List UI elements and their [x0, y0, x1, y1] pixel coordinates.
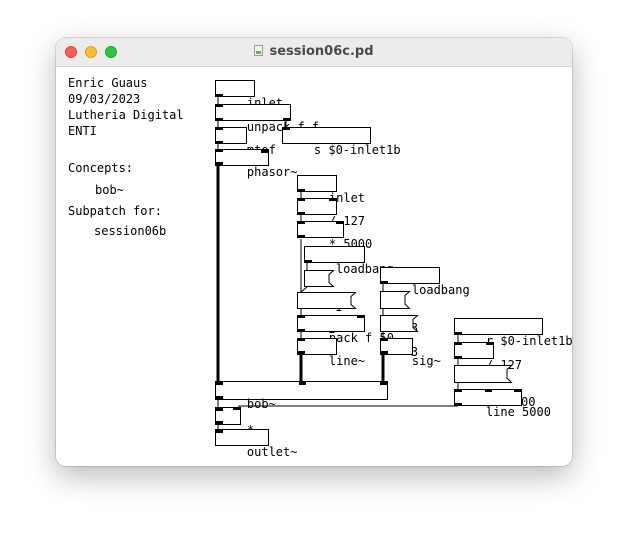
- outlet-port[interactable]: [455, 356, 462, 359]
- send-object-label: s $0-inlet1b: [313, 143, 401, 157]
- send-object[interactable]: s $0-inlet1b: [282, 127, 401, 157]
- date-comment: 09/03/2023: [68, 92, 141, 106]
- inlet-port[interactable]: [298, 198, 305, 201]
- inlet-port[interactable]: [216, 407, 223, 411]
- outlet-port[interactable]: [455, 332, 462, 335]
- receive-object-label: r $0-inlet1b: [485, 334, 573, 348]
- outlet-port[interactable]: [455, 403, 462, 406]
- divide-object[interactable]: / 127: [454, 342, 522, 372]
- message-box-outline: [380, 291, 411, 309]
- loadbang-object[interactable]: loadbang: [304, 246, 394, 276]
- inlet-port[interactable]: [299, 381, 306, 385]
- outlet-port[interactable]: [381, 351, 388, 355]
- outlet-port[interactable]: [298, 189, 305, 192]
- inlet-port[interactable]: [233, 407, 240, 410]
- inlet-port[interactable]: [216, 104, 223, 107]
- message-box[interactable]: 3: [380, 315, 419, 359]
- mtof-object[interactable]: mtof: [215, 127, 276, 157]
- outlet-port[interactable]: [298, 212, 305, 215]
- bob-filter-object[interactable]: bob~: [215, 381, 388, 411]
- message-box[interactable]: 3: [380, 291, 418, 335]
- bob-filter-object-label: bob~: [246, 397, 276, 411]
- pack-object[interactable]: pack f 50: [297, 315, 394, 345]
- sig-object-label: sig~: [411, 354, 441, 368]
- inlet-port[interactable]: [298, 221, 305, 224]
- inlet-port[interactable]: [298, 338, 305, 341]
- outlet-port[interactable]: [216, 396, 223, 400]
- inlet-port[interactable]: [283, 127, 290, 130]
- inlet-port[interactable]: [216, 149, 223, 152]
- line-object-label: line 5000: [485, 405, 551, 419]
- multiply-signal-object[interactable]: *~: [215, 407, 261, 437]
- inlet-port[interactable]: [336, 221, 343, 224]
- message-box-outline: [454, 365, 513, 383]
- message-box[interactable]: $1 5000: [454, 365, 535, 409]
- author-comment: Enric Guaus: [68, 76, 148, 90]
- inlet-object[interactable]: inlet: [215, 80, 283, 110]
- message-box[interactable]: 1: [297, 292, 357, 336]
- outlet-signal-object[interactable]: outlet~: [215, 429, 297, 459]
- multiply-object[interactable]: * 5000: [297, 221, 372, 251]
- inlet-port[interactable]: [486, 342, 493, 345]
- outlet-port[interactable]: [216, 94, 223, 97]
- school-comment: ENTI: [68, 124, 97, 138]
- line-signal-object[interactable]: line~: [297, 338, 365, 368]
- line-object[interactable]: line 5000: [454, 389, 551, 419]
- inlet-port[interactable]: [216, 429, 223, 433]
- course-comment: Lutheria Digital: [68, 108, 184, 122]
- outlet-port[interactable]: [298, 235, 305, 238]
- message-box[interactable]: 1: [304, 270, 342, 314]
- message-box-outline: [304, 270, 335, 287]
- unpack-object[interactable]: unpack f f: [215, 104, 319, 134]
- message-box-outline: [380, 315, 419, 332]
- outlet-port[interactable]: [298, 329, 305, 332]
- inlet-port[interactable]: [261, 149, 268, 153]
- loadbang-object-label: loadbang: [411, 283, 470, 297]
- inlet-port[interactable]: [357, 315, 364, 318]
- outlet-port[interactable]: [298, 351, 305, 355]
- loadbang-object[interactable]: loadbang: [380, 267, 470, 297]
- outlet-port[interactable]: [216, 162, 223, 166]
- inlet-port[interactable]: [329, 198, 336, 201]
- inlet-port[interactable]: [485, 389, 492, 392]
- patch-canvas[interactable]: Enric Guaus 09/03/2023 Lutheria Digital …: [0, 0, 628, 541]
- inlet-port[interactable]: [514, 389, 521, 392]
- subpatch-target: session06b: [94, 224, 167, 238]
- divide-object[interactable]: / 127: [297, 198, 365, 228]
- subpatch-heading: Subpatch for:: [68, 204, 162, 218]
- inlet-port[interactable]: [455, 342, 462, 345]
- inlet-port[interactable]: [216, 381, 223, 385]
- inlet-port[interactable]: [380, 381, 387, 385]
- receive-object[interactable]: r $0-inlet1b: [454, 318, 573, 348]
- concept-item: bob~: [95, 183, 124, 197]
- outlet-port[interactable]: [216, 141, 223, 144]
- outlet-port[interactable]: [216, 421, 223, 425]
- sig-object[interactable]: sig~: [380, 338, 441, 368]
- phasor-object[interactable]: phasor~: [215, 149, 297, 179]
- outlet-port[interactable]: [216, 118, 223, 121]
- phasor-object-label: phasor~: [246, 165, 298, 179]
- inlet-object[interactable]: inlet: [297, 175, 365, 205]
- outlet-port[interactable]: [283, 118, 290, 121]
- inlet-port[interactable]: [216, 127, 223, 130]
- message-box-outline: [297, 292, 357, 309]
- outlet-port[interactable]: [305, 260, 312, 263]
- inlet-port[interactable]: [455, 389, 462, 392]
- line-signal-object-label: line~: [328, 354, 366, 368]
- outlet-port[interactable]: [381, 281, 388, 284]
- inlet-port[interactable]: [298, 315, 305, 318]
- inlet-port[interactable]: [381, 338, 388, 341]
- concepts-heading: Concepts:: [68, 161, 134, 175]
- outlet-signal-object-label: outlet~: [246, 445, 298, 459]
